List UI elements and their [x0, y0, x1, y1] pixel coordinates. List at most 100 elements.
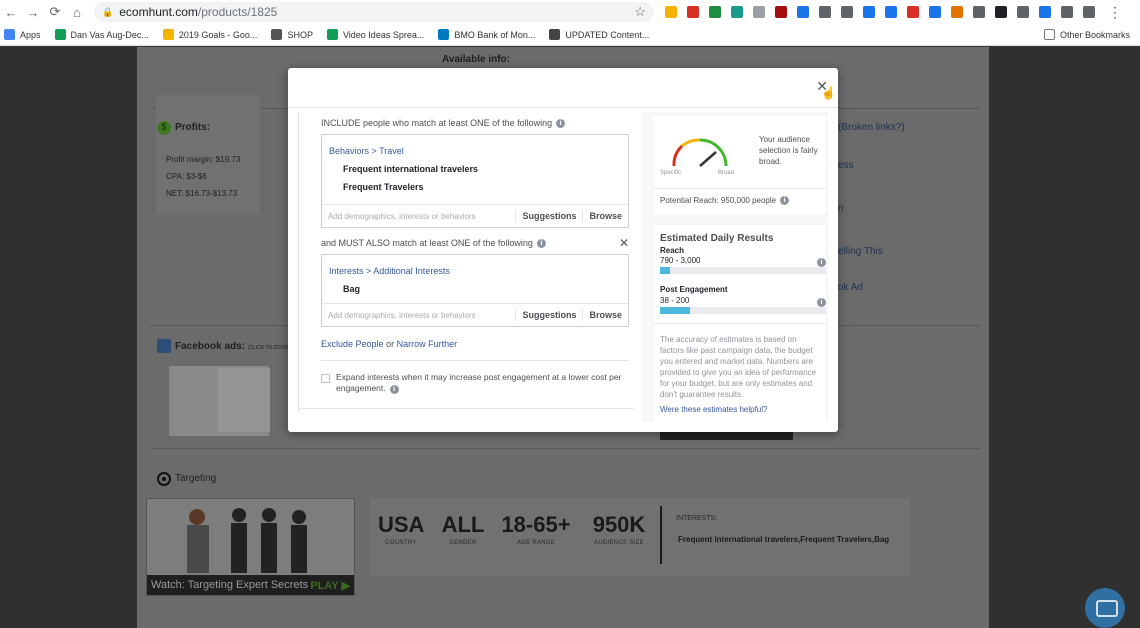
extension-icon[interactable] [973, 6, 985, 18]
bookmark-item[interactable]: Apps [4, 29, 41, 40]
post-engagement-bar [660, 307, 826, 314]
divider [299, 408, 634, 409]
expand-interests-checkbox[interactable] [321, 374, 330, 383]
bookmark-star-icon[interactable]: ☆ [634, 4, 646, 20]
info-icon[interactable]: i [817, 298, 826, 307]
bookmark-favicon-icon [326, 29, 338, 40]
home-icon[interactable]: ⌂ [66, 5, 88, 20]
suggestions-button[interactable]: Suggestions [515, 210, 582, 222]
other-bookmarks[interactable]: Other Bookmarks [1043, 29, 1130, 40]
extension-icon[interactable] [885, 6, 897, 18]
extension-icon[interactable] [951, 6, 963, 18]
extension-icon[interactable] [665, 6, 677, 18]
extension-icon[interactable] [1039, 6, 1051, 18]
audience-size-card: Specific Broad Your audience selection i… [654, 116, 826, 214]
divider [150, 448, 980, 449]
bookmark-item[interactable]: UPDATED Content... [549, 29, 649, 40]
info-icon[interactable]: i [556, 118, 566, 128]
extension-icon[interactable] [863, 6, 875, 18]
info-icon[interactable]: i [536, 238, 546, 248]
must-title: and MUST ALSO match at least ONE of the … [321, 236, 629, 250]
browser-menu-icon[interactable]: ⋮ [1108, 4, 1122, 21]
back-icon[interactable]: ← [0, 5, 22, 20]
must-box: Interests > Additional Interests Bag Add… [321, 254, 629, 327]
available-info: Available info: [442, 54, 510, 65]
narrow-further-link[interactable]: Narrow Further [397, 339, 458, 349]
extension-icon[interactable] [797, 6, 809, 18]
include-breadcrumb[interactable]: Behaviors > Travel [329, 146, 628, 156]
video-thumbnail[interactable]: Watch: Targeting Expert Secrets PLAY ▶ [146, 498, 355, 596]
bookmark-label: Apps [20, 29, 41, 40]
include-tag[interactable]: Frequent international travelers [343, 164, 628, 174]
must-input-row: Add demographics, interests or behaviors… [322, 303, 628, 326]
extension-icon[interactable] [907, 6, 919, 18]
interests-value: Frequent international travelers,Frequen… [678, 535, 890, 544]
remove-narrow-icon[interactable]: ✕ [619, 236, 629, 250]
extension-icon[interactable] [995, 6, 1007, 18]
address-url: ecomhunt.com/products/1825 [119, 5, 278, 19]
audience-breadth-text: Your audience selection is fairly broad. [759, 135, 818, 166]
reload-icon[interactable]: ⟳ [44, 4, 66, 20]
profit-margin: Profit margin: $19.73 [166, 155, 241, 164]
net: NET: $16.73-$13.73 [166, 189, 238, 198]
extension-icon[interactable] [1083, 6, 1095, 18]
suggestions-button[interactable]: Suggestions [515, 309, 582, 321]
info-icon[interactable]: i [780, 196, 790, 205]
chat-button[interactable] [1085, 588, 1125, 628]
bookmark-favicon-icon [54, 29, 66, 40]
stat-gender: ALL GENDER [441, 512, 485, 546]
extension-icon[interactable] [775, 6, 787, 18]
extension-icon[interactable] [841, 6, 853, 18]
address-bar[interactable]: 🔒 ecomhunt.com/products/1825 ☆ [94, 2, 654, 22]
extension-icon[interactable] [819, 6, 831, 18]
facebook-ad-thumbnail-2[interactable] [218, 368, 270, 432]
bookmark-item[interactable]: Dan Vas Aug-Dec... [54, 29, 149, 40]
side-link-3[interactable]: elling This [838, 246, 883, 257]
extension-icon[interactable] [687, 6, 699, 18]
extension-icon[interactable] [1017, 6, 1029, 18]
estimates-helpful-link[interactable]: Were these estimates helpful? [660, 405, 767, 414]
exclude-narrow-row: Exclude People or Narrow Further [321, 339, 457, 349]
side-link-4[interactable]: ok Ad [838, 282, 863, 293]
bookmark-item[interactable]: 2019 Goals - Goo... [162, 29, 258, 40]
stat-country: USA COUNTRY [378, 512, 425, 546]
bookmark-item[interactable]: SHOP [271, 29, 313, 40]
must-tag[interactable]: Bag [343, 284, 628, 294]
bookmark-item[interactable]: BMO Bank of Mon... [438, 29, 535, 40]
browse-button[interactable]: Browse [582, 309, 628, 321]
include-search-input[interactable]: Add demographics, interests or behaviors [322, 212, 515, 221]
extension-icon[interactable] [731, 6, 743, 18]
side-link-1[interactable]: ess [838, 160, 854, 171]
extension-icon[interactable] [709, 6, 721, 18]
must-search-input[interactable]: Add demographics, interests or behaviors [322, 311, 515, 320]
reach-bar-fill [660, 267, 670, 274]
expand-interests-label: Expand interests when it may increase po… [336, 372, 622, 394]
post-engagement-range: 38 - 200 [660, 296, 690, 305]
forward-icon[interactable]: → [22, 5, 44, 20]
bookmark-label: 2019 Goals - Goo... [178, 29, 258, 40]
stat-age-range: 18-65+ AGE RANGE [501, 512, 571, 546]
must-breadcrumb[interactable]: Interests > Additional Interests [329, 266, 628, 276]
divider [321, 360, 629, 361]
bookmark-label: Dan Vas Aug-Dec... [70, 29, 149, 40]
accuracy-disclaimer: The accuracy of estimates is based on fa… [660, 335, 817, 399]
exclude-people-link[interactable]: Exclude People [321, 339, 384, 349]
info-icon[interactable]: i [817, 258, 826, 267]
extension-icon[interactable] [1061, 6, 1073, 18]
browse-button[interactable]: Browse [582, 210, 628, 222]
bookmark-item[interactable]: Video Ideas Sprea... [326, 29, 425, 40]
bookmark-favicon-icon [271, 29, 283, 40]
extension-icon[interactable] [753, 6, 765, 18]
extensions-bar [660, 6, 1100, 18]
video-play-button[interactable]: PLAY ▶ [310, 579, 350, 592]
side-link-2[interactable]: n [838, 203, 844, 214]
broken-links-link[interactable]: (Broken links?) [838, 122, 905, 133]
other-bookmarks-label: Other Bookmarks [1059, 29, 1130, 40]
info-icon[interactable]: i [389, 385, 399, 394]
bookmark-label: Video Ideas Sprea... [342, 29, 425, 40]
include-tag[interactable]: Frequent Travelers [343, 182, 628, 192]
stat-audience-size: 950K AUDIENCE SIZE [592, 512, 646, 546]
extension-icon[interactable] [929, 6, 941, 18]
reach-bar [660, 267, 826, 274]
estimated-daily-results-card: Estimated Daily Results Reach 790 - 3,00… [654, 225, 826, 425]
